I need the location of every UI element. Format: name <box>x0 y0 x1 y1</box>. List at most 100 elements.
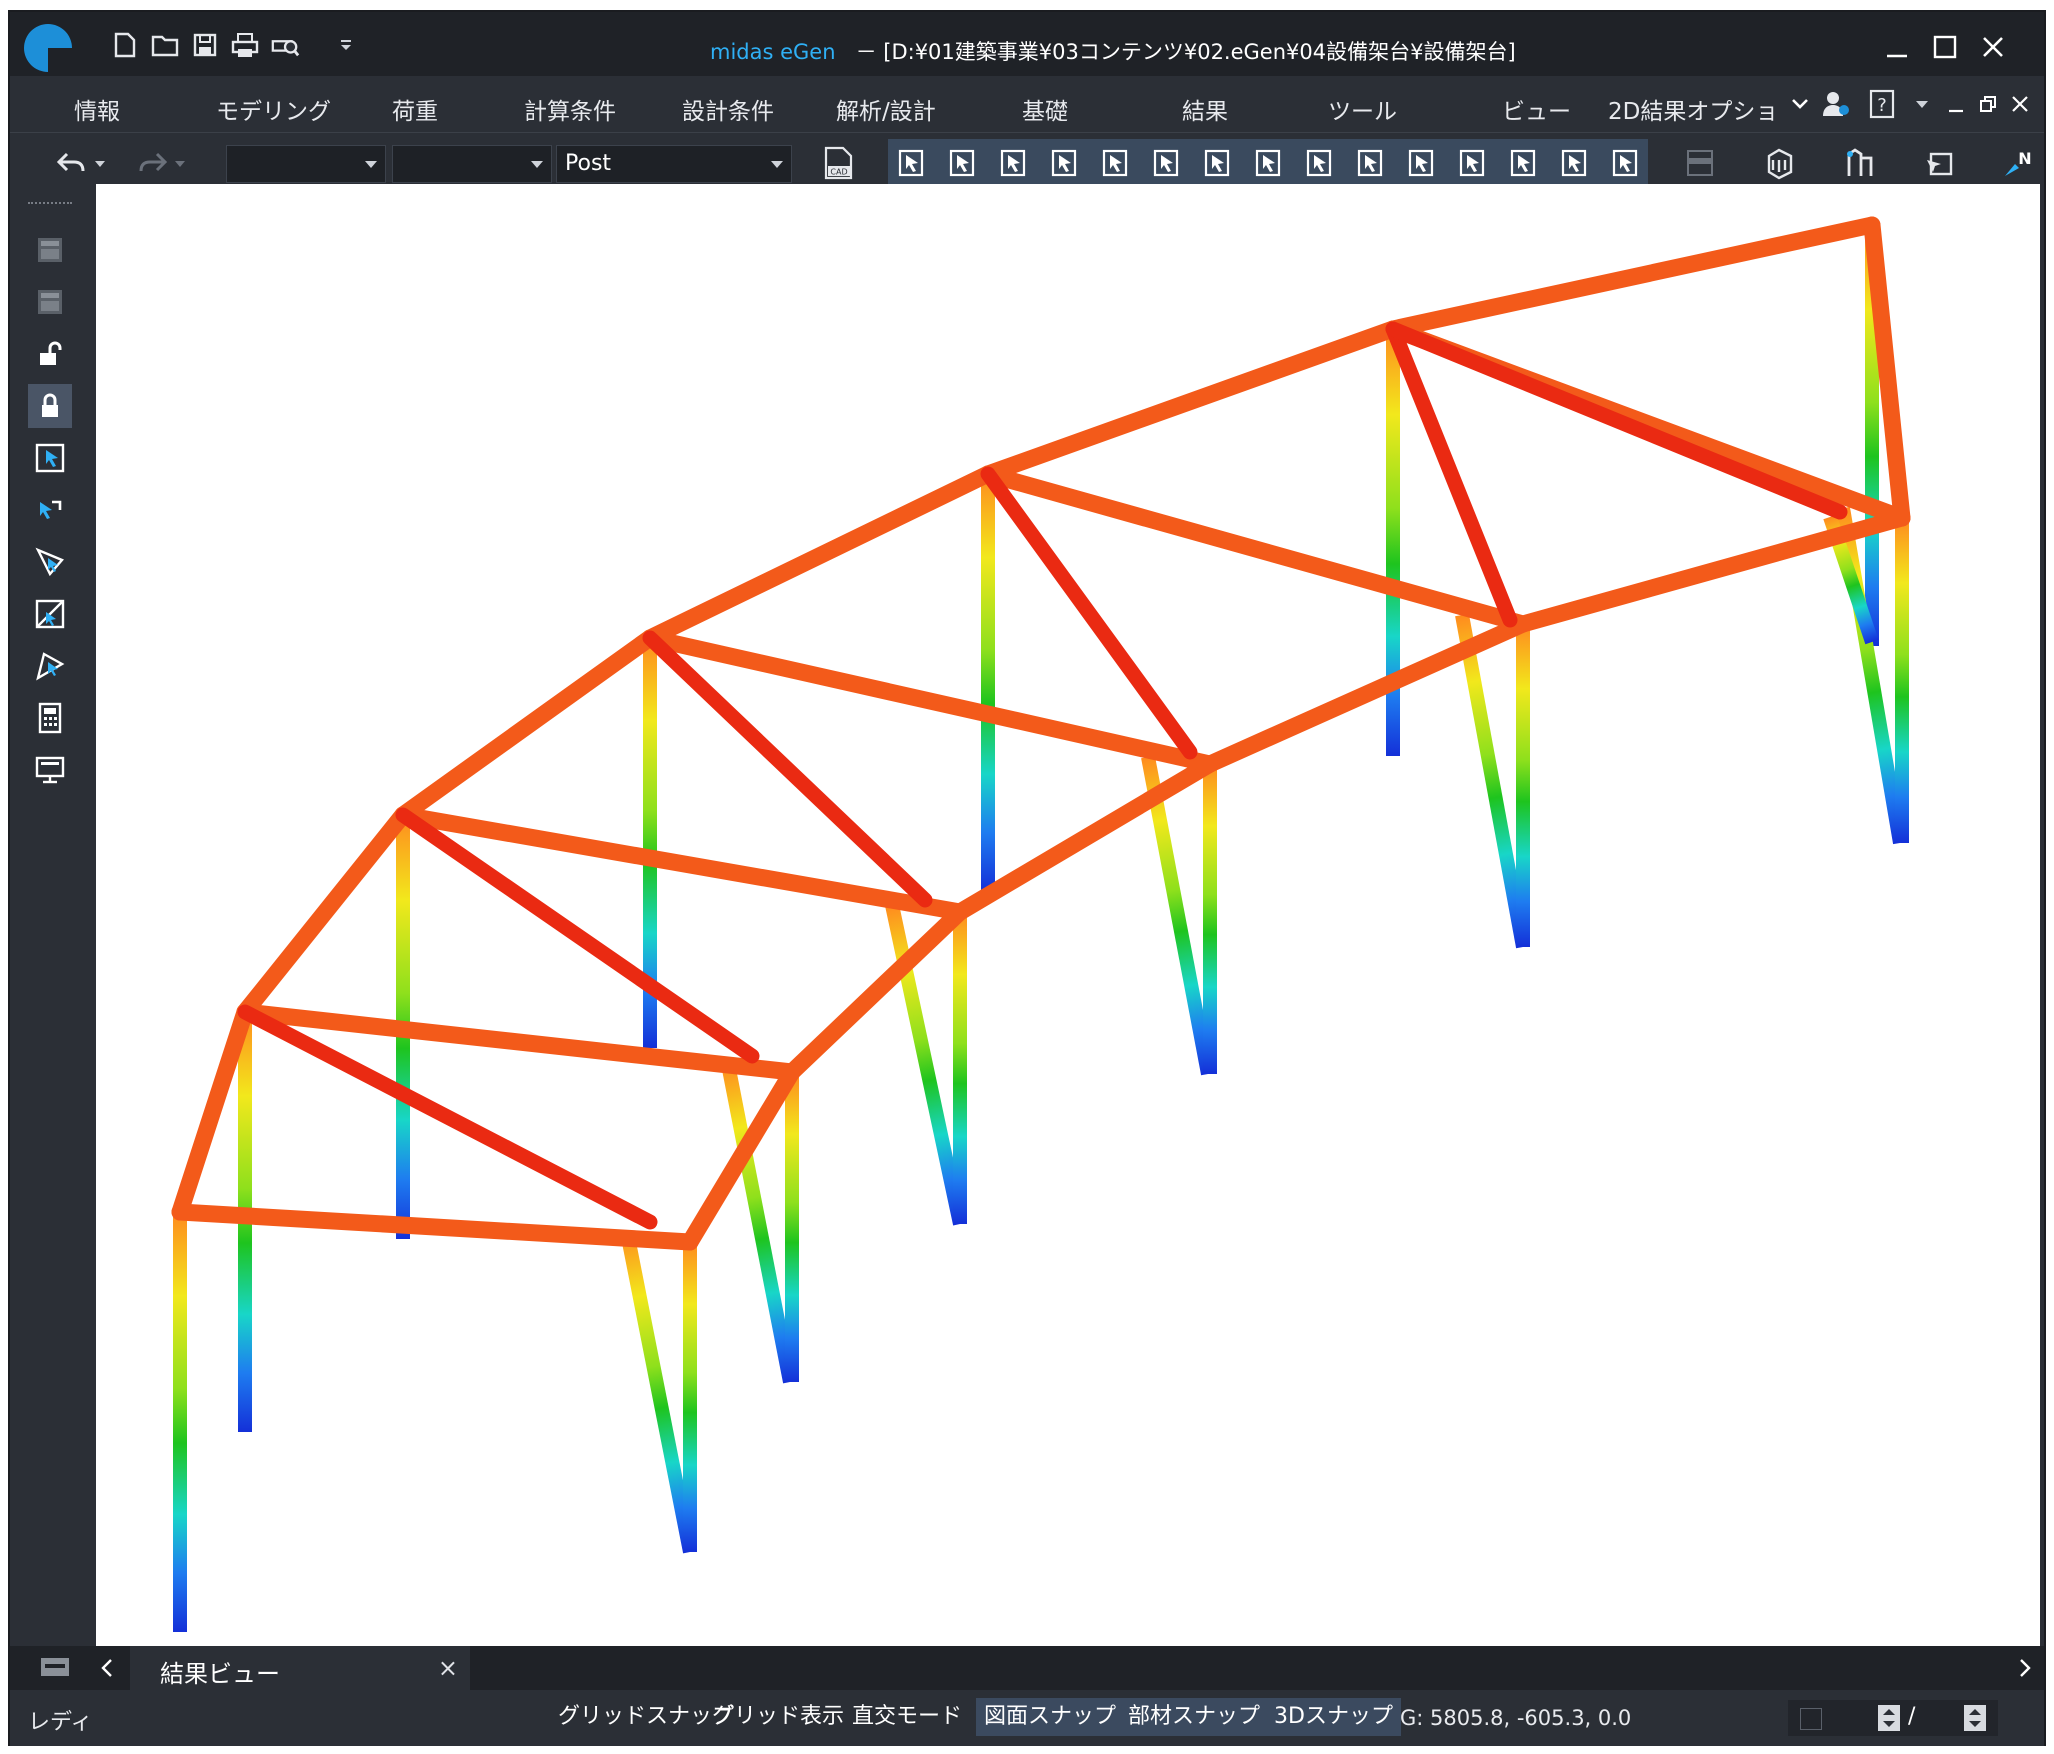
view-3d-icon[interactable] <box>1762 145 1798 181</box>
page-checkbox[interactable] <box>1800 1708 1822 1730</box>
top-chord-beam <box>394 629 659 824</box>
select-previous-icon[interactable] <box>28 488 72 532</box>
select-all-icon[interactable] <box>945 145 981 181</box>
svg-text:CAD: CAD <box>830 168 847 177</box>
help-dropdown-icon[interactable] <box>1906 88 1938 120</box>
select-slab-icon[interactable] <box>1353 145 1389 181</box>
select-plane-icon[interactable] <box>28 644 72 688</box>
select-intersect-icon[interactable] <box>1098 145 1134 181</box>
toolbar-grip[interactable] <box>28 202 72 207</box>
back-chord-beam <box>783 903 969 1081</box>
monitor-icon[interactable] <box>28 748 72 792</box>
doc-minimize-icon[interactable] <box>1940 88 1972 120</box>
select-table-icon[interactable] <box>1506 145 1542 181</box>
frame-view-icon[interactable] <box>1842 145 1878 181</box>
menu-load[interactable]: 荷重 <box>392 92 438 126</box>
select-frame-icon[interactable] <box>1455 145 1491 181</box>
redo-dropdown-icon[interactable] <box>170 145 190 181</box>
north-compass-icon[interactable]: N <box>2000 145 2036 181</box>
grid-display-button[interactable]: グリッド表示 <box>704 1698 852 1736</box>
node-select-icon[interactable] <box>1922 145 1958 181</box>
menu-analysis-design[interactable]: 解析/設計 <box>836 92 936 126</box>
maximize-icon[interactable] <box>1928 30 1962 64</box>
svg-text:?: ? <box>1877 95 1887 116</box>
menu-view[interactable]: ビュー <box>1502 92 1571 126</box>
menu-foundation[interactable]: 基礎 <box>1022 92 1068 126</box>
document-path: [D:¥01建築事業¥03コンテンツ¥02.eGen¥04設備架台¥設備架台] <box>883 40 1516 64</box>
undo-dropdown-icon[interactable] <box>90 145 110 181</box>
menu-tools[interactable]: ツール <box>1328 92 1397 126</box>
column-member <box>1895 518 1909 843</box>
panel-toggle-icon[interactable] <box>40 1656 70 1678</box>
cursor-coordinates: G: 5805.8, -605.3, 0.0 <box>1400 1706 1632 1730</box>
select-plane-icon[interactable] <box>1149 145 1185 181</box>
select-beam-icon[interactable] <box>1251 145 1287 181</box>
column-member <box>683 1242 697 1552</box>
tab-scroll-left-icon[interactable] <box>100 1658 114 1682</box>
doc-close-icon[interactable] <box>2004 88 2036 120</box>
open-folder-icon[interactable] <box>150 30 180 60</box>
menu-results[interactable]: 結果 <box>1182 92 1228 126</box>
model-viewport[interactable] <box>96 184 2040 1646</box>
select-window-icon[interactable] <box>996 145 1032 181</box>
menu-calc-conditions[interactable]: 計算条件 <box>524 92 616 126</box>
display-toggle-icon[interactable] <box>1682 145 1718 181</box>
customize-dropdown-icon[interactable] <box>334 30 358 60</box>
ortho-mode-button[interactable]: 直交モード <box>844 1698 970 1736</box>
tab-results-view[interactable]: 結果ビュー × <box>130 1646 470 1690</box>
calculator-icon[interactable] <box>28 696 72 740</box>
cross-beam <box>979 465 1532 633</box>
component-select[interactable] <box>392 145 552 183</box>
cad-export-icon[interactable]: CAD <box>820 145 856 181</box>
lock-icon[interactable] <box>28 384 72 428</box>
select-single-icon[interactable] <box>894 145 930 181</box>
top-chord-beam <box>641 465 997 647</box>
close-icon[interactable] <box>1976 30 2010 64</box>
user-search-icon[interactable] <box>1820 88 1852 120</box>
select-window-icon[interactable] <box>28 436 72 480</box>
select-wall-icon[interactable] <box>1302 145 1338 181</box>
print-preview-icon[interactable] <box>270 30 300 60</box>
column-member <box>173 1212 187 1632</box>
member-snap-button[interactable]: 部材スナップ <box>1120 1698 1269 1736</box>
page-control: / <box>1788 1700 1998 1736</box>
status-bar: レディ グリッドスナップ グリッド表示 直交モード 図面スナップ 部材スナップ … <box>10 1690 2044 1746</box>
new-file-icon[interactable] <box>110 30 140 60</box>
help-icon[interactable]: ? <box>1866 88 1898 120</box>
menu-2d-result-options[interactable]: 2D結果オプショ <box>1608 92 1778 126</box>
top-chord-beam <box>236 806 412 1021</box>
chevron-down-icon[interactable] <box>1784 88 1816 120</box>
table-red-icon[interactable] <box>28 228 72 272</box>
select-intersect-icon[interactable] <box>28 592 72 636</box>
select-column-icon[interactable] <box>1404 145 1440 181</box>
cross-beam <box>171 1203 699 1251</box>
print-icon[interactable] <box>230 30 260 60</box>
drawing-snap-button[interactable]: 図面スナップ <box>976 1698 1125 1736</box>
redo-icon[interactable] <box>134 145 170 181</box>
undo-icon[interactable] <box>54 145 90 181</box>
save-icon[interactable] <box>190 30 220 60</box>
select-polygon-icon[interactable] <box>1047 145 1083 181</box>
select-node-icon[interactable] <box>1557 145 1593 181</box>
minimize-icon[interactable] <box>1880 30 1914 64</box>
select-polygon-icon[interactable] <box>28 540 72 584</box>
doc-restore-icon[interactable] <box>1972 88 2004 120</box>
stage-select[interactable]: Post <box>556 145 792 183</box>
window-title: midas eGen － [D:¥01建築事業¥03コンテンツ¥02.eGen¥… <box>710 36 1516 66</box>
select-text-icon[interactable] <box>1608 145 1644 181</box>
3d-snap-button[interactable]: 3Dスナップ <box>1266 1698 1401 1736</box>
tab-scroll-right-icon[interactable] <box>2018 1658 2032 1682</box>
table-green-icon[interactable] <box>28 280 72 324</box>
menu-info[interactable]: 情報 <box>74 92 120 126</box>
load-case-select[interactable] <box>226 145 386 183</box>
top-chord-beam <box>1384 216 1881 338</box>
menu-design-conditions[interactable]: 設計条件 <box>682 92 774 126</box>
total-spin-up-down-icon[interactable] <box>1964 1705 1986 1731</box>
unlock-icon[interactable] <box>28 332 72 376</box>
menu-modeling[interactable]: モデリング <box>216 92 331 126</box>
tab-close-icon[interactable]: × <box>438 1654 458 1682</box>
column-member <box>1516 624 1530 947</box>
app-logo-icon[interactable] <box>24 24 72 72</box>
page-spin-up-down-icon[interactable] <box>1878 1705 1900 1731</box>
select-volume-icon[interactable] <box>1200 145 1236 181</box>
